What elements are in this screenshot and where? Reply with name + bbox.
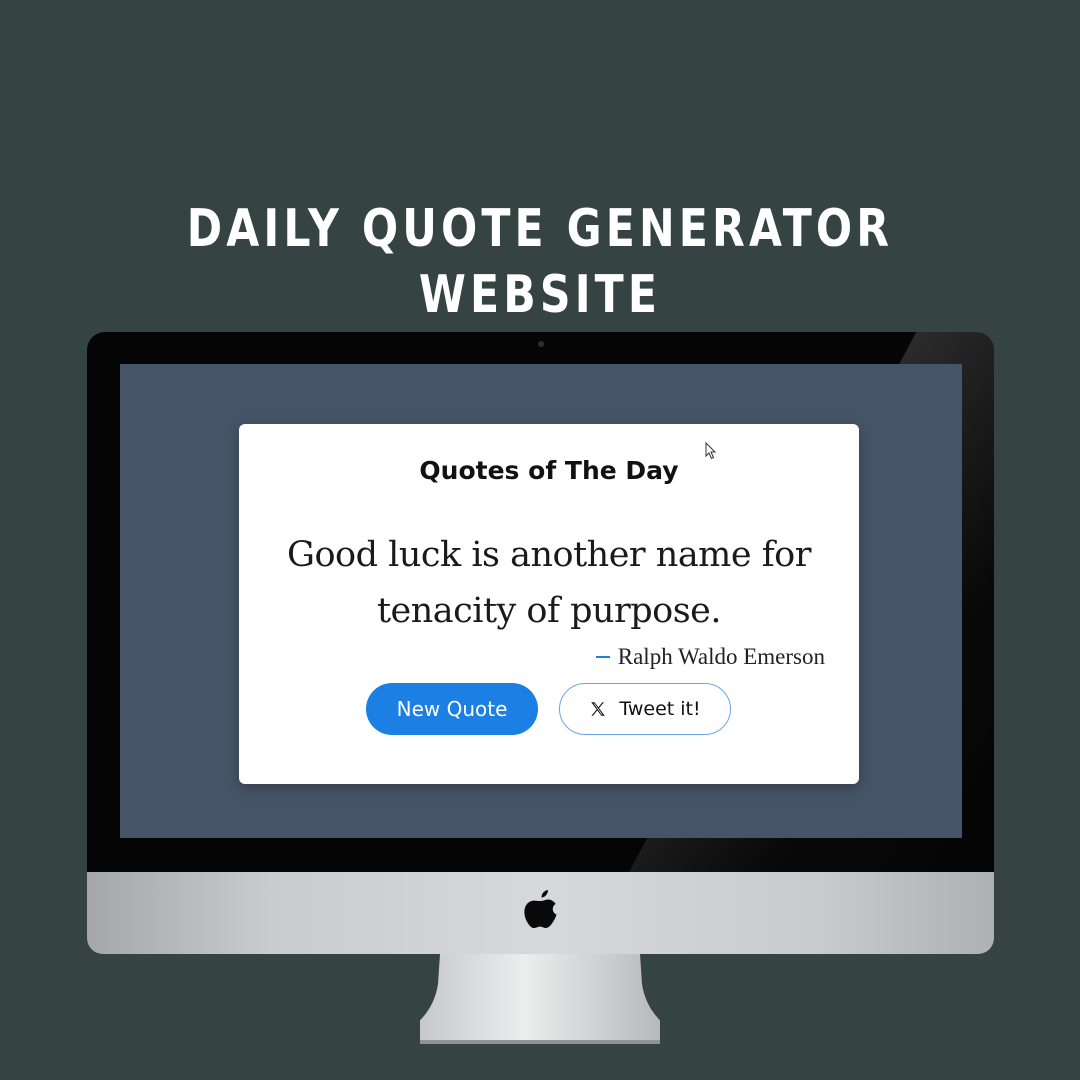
x-logo-icon <box>591 702 606 716</box>
apple-logo-icon <box>524 890 557 928</box>
quote-author: Ralph Waldo Emerson <box>595 644 825 670</box>
monitor-bezel: Quotes of The Day Good luck is another n… <box>87 332 994 872</box>
tweet-button[interactable]: Tweet it! <box>559 683 731 735</box>
headline: DAILY QUOTE GENERATOR WEBSITE <box>186 199 894 325</box>
new-quote-label: New Quote <box>396 697 508 721</box>
monitor-screen: Quotes of The Day Good luck is another n… <box>120 364 962 838</box>
author-dash <box>595 656 610 658</box>
new-quote-button[interactable]: New Quote <box>366 683 538 735</box>
camera-icon <box>538 341 544 347</box>
quote-text: Good luck is another name for tenacity o… <box>287 535 811 631</box>
monitor-stand <box>420 954 660 1044</box>
tweet-label: Tweet it! <box>619 698 701 720</box>
author-name: Ralph Waldo Emerson <box>617 644 825 669</box>
monitor-chin <box>87 872 994 954</box>
quote-card: Quotes of The Day Good luck is another n… <box>239 424 859 784</box>
card-title: Quotes of The Day <box>419 456 679 485</box>
page: DAILY QUOTE GENERATOR WEBSITE Quotes of … <box>0 0 1080 1080</box>
